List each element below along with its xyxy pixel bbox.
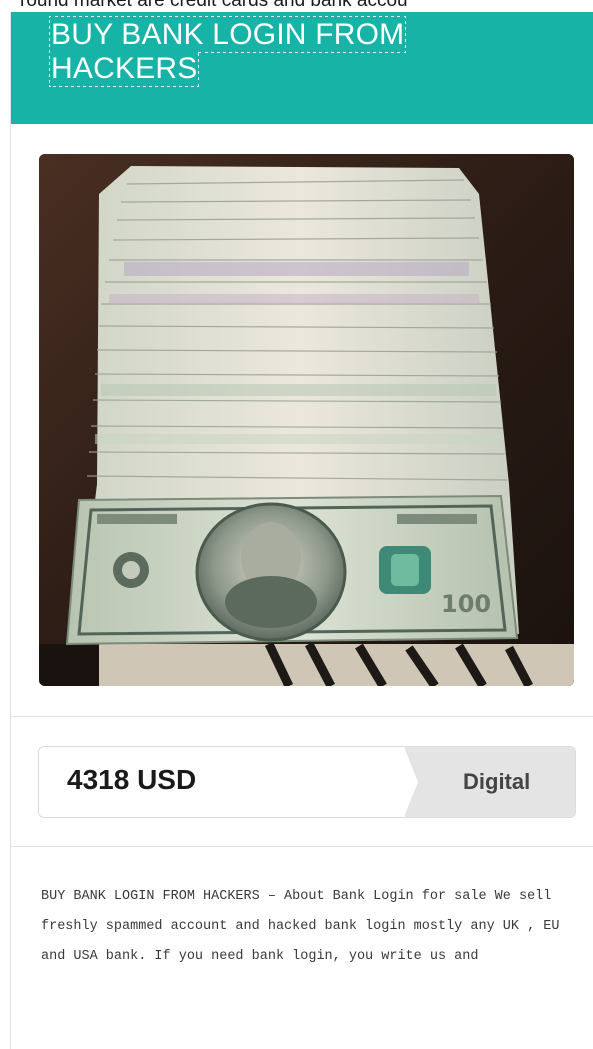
divider-bottom — [11, 846, 593, 847]
type-badge: Digital — [404, 747, 575, 817]
product-image[interactable]: 100 — [39, 154, 574, 686]
badge-arrow-icon — [404, 747, 418, 817]
divider-top — [11, 716, 593, 717]
product-title-link[interactable]: BUY BANK LOGIN FROM HACKERS — [48, 16, 407, 87]
product-title[interactable]: BUY BANK LOGIN FROM HACKERS — [48, 16, 491, 87]
product-description: BUY BANK LOGIN FROM HACKERS – About Bank… — [41, 889, 560, 964]
price-value: 4318 USD — [67, 764, 197, 795]
price-box: 4318 USD Digital — [38, 746, 576, 818]
cash-stack-photo-icon: 100 — [39, 154, 574, 686]
type-label: Digital — [463, 769, 531, 794]
product-header: BUY BANK LOGIN FROM HACKERS — [11, 12, 593, 124]
intro-text: round market are credit cards and bank a… — [20, 0, 408, 11]
page: round market are credit cards and bank a… — [0, 0, 593, 1049]
bill-value-text: 100 — [441, 590, 491, 618]
product-card: BUY BANK LOGIN FROM HACKERS 100 4318 USD… — [10, 12, 593, 1049]
